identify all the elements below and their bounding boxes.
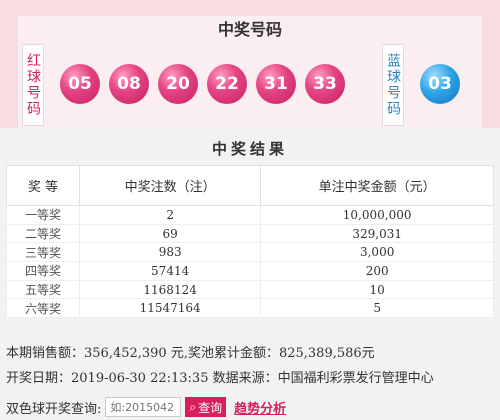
prize-level: 四等奖 (6, 261, 80, 281)
winner-count: 2 (78, 205, 262, 225)
results-table: 奖 等 中奖注数（注） 单注中奖金额（元） 一等奖 2 10,000,000 二… (6, 165, 494, 319)
red-ball: 08 (109, 64, 149, 104)
search-icon: ⌕ (189, 399, 197, 414)
table-row: 三等奖 983 3,000 (6, 242, 494, 263)
issue-search-input[interactable] (105, 397, 182, 417)
prize-level: 二等奖 (6, 223, 80, 244)
prize-level: 三等奖 (6, 242, 80, 263)
red-ball: 33 (305, 64, 345, 104)
prize-level: 五等奖 (6, 279, 80, 300)
col-header-count: 中奖注数（注） (78, 165, 262, 206)
prize-amount: 329,031 (260, 223, 494, 244)
red-ball: 22 (207, 64, 247, 104)
results-title: 中奖结果 (211, 140, 288, 158)
red-ball: 31 (256, 64, 296, 104)
prize-level: 六等奖 (6, 298, 80, 319)
red-ball: 05 (60, 64, 100, 104)
table-row: 五等奖 1168124 10 (6, 279, 494, 300)
winner-count: 1168124 (78, 279, 262, 300)
table-row: 六等奖 11547164 5 (6, 298, 494, 319)
red-ball-label: 红球号码 (22, 44, 44, 126)
prize-amount: 10 (260, 279, 494, 300)
query-label: 双色球开奖查询: (6, 401, 102, 417)
sales-info: 本期销售额：356,452,390 元,奖池累计金额：825,389,586元 (6, 346, 375, 361)
table-row: 四等奖 57414 200 (6, 261, 494, 281)
prize-amount: 200 (260, 261, 494, 281)
red-balls: 05 08 20 22 31 33 (60, 64, 345, 104)
table-header-row: 奖 等 中奖注数（注） 单注中奖金额（元） (6, 165, 494, 206)
query-button[interactable]: ⌕ 查询 (185, 397, 227, 417)
prize-level: 一等奖 (6, 205, 80, 225)
table-row: 二等奖 69 329,031 (6, 223, 494, 244)
winner-count: 57414 (78, 261, 262, 281)
winner-count: 983 (78, 242, 262, 263)
query-button-label: 查询 (198, 400, 223, 415)
table-row: 一等奖 2 10,000,000 (6, 205, 494, 225)
prize-amount: 5 (260, 298, 494, 319)
red-ball: 20 (158, 64, 198, 104)
winner-count: 11547164 (78, 298, 262, 319)
query-row: 双色球开奖查询: ⌕ 查询 趋势分析 (6, 396, 286, 418)
trend-analysis-link[interactable]: 趋势分析 (234, 398, 286, 417)
blue-ball: 03 (420, 64, 460, 104)
draw-date-info: 开奖日期：2019-06-30 22:13:35 数据来源：中国福利彩票发行管理… (6, 371, 434, 386)
prize-amount: 3,000 (260, 242, 494, 263)
blue-ball-label: 蓝球号码 (382, 44, 404, 126)
col-header-prize: 奖 等 (6, 165, 80, 206)
prize-amount: 10,000,000 (260, 205, 494, 225)
draw-title: 中奖号码 (217, 20, 282, 39)
col-header-amount: 单注中奖金额（元） (260, 165, 494, 206)
winner-count: 69 (78, 223, 262, 244)
